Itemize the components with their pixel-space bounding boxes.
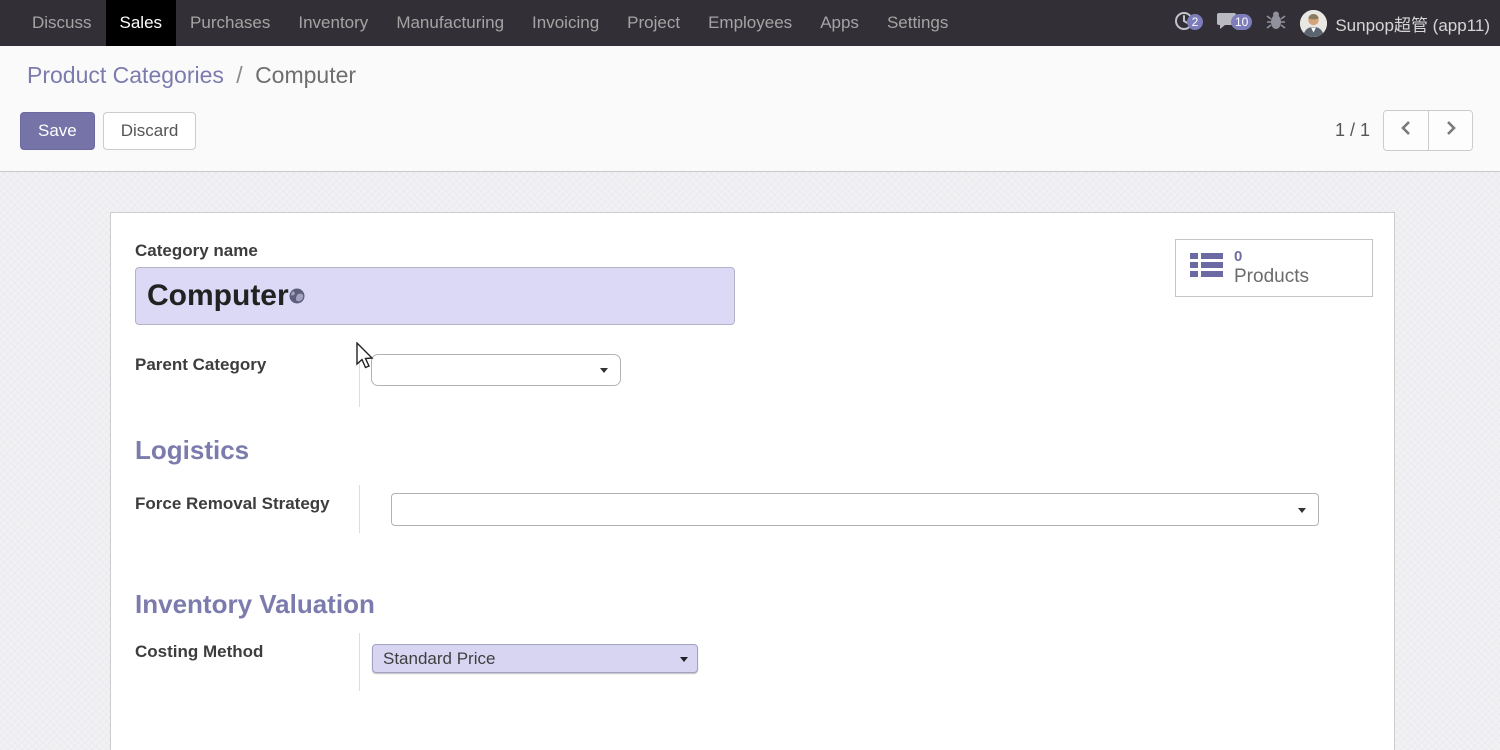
products-count: 0 [1234, 248, 1309, 265]
label-separator [359, 633, 360, 691]
user-name: Sunpop超管 (app11) [1335, 11, 1490, 36]
activity-count-badge: 2 [1187, 14, 1203, 30]
pager-previous-button[interactable] [1384, 111, 1428, 150]
costing-method-value: Standard Price [383, 649, 495, 669]
discard-button[interactable]: Discard [103, 112, 197, 150]
save-button[interactable]: Save [20, 112, 95, 150]
category-name-value: Computer [147, 279, 289, 313]
user-menu[interactable]: Sunpop超管 (app11) [1300, 10, 1490, 37]
control-panel: Product Categories / Computer Save Disca… [0, 46, 1500, 172]
pager: 1 / 1 [1335, 110, 1473, 151]
force-removal-strategy-label: Force Removal Strategy [135, 494, 330, 514]
nav-item-invoicing[interactable]: Invoicing [518, 0, 613, 46]
category-name-input[interactable]: Computer [135, 267, 735, 325]
products-label: Products [1234, 266, 1309, 288]
costing-method-label: Costing Method [135, 642, 263, 662]
inventory-valuation-section-title: Inventory Valuation [135, 589, 375, 620]
pager-next-button[interactable] [1428, 111, 1472, 150]
chevron-left-icon [1400, 120, 1412, 141]
breadcrumb-parent-link[interactable]: Product Categories [27, 62, 224, 88]
nav-item-employees[interactable]: Employees [694, 0, 806, 46]
form-sheet: Category name Computer Parent Category L… [110, 212, 1395, 750]
message-count-badge: 10 [1231, 14, 1252, 30]
parent-category-label: Parent Category [135, 355, 266, 375]
nav-item-purchases[interactable]: Purchases [176, 0, 284, 46]
systray: 2 10 [1174, 0, 1500, 46]
chevron-right-icon [1445, 120, 1457, 141]
list-icon [1190, 253, 1224, 283]
breadcrumb: Product Categories / Computer [27, 62, 1473, 89]
translate-globe-icon[interactable] [289, 288, 305, 304]
parent-category-dropdown[interactable] [371, 354, 621, 386]
nav-item-apps[interactable]: Apps [806, 0, 873, 46]
costing-method-select[interactable]: Standard Price [372, 644, 698, 673]
dropdown-caret-icon [600, 368, 608, 373]
nav-item-project[interactable]: Project [613, 0, 694, 46]
products-stat-button[interactable]: 0 Products [1175, 239, 1373, 297]
label-separator [359, 345, 360, 407]
breadcrumb-current: Computer [255, 62, 356, 88]
category-name-label: Category name [135, 241, 258, 261]
user-avatar [1300, 10, 1327, 37]
label-separator [359, 485, 360, 533]
nav-item-discuss[interactable]: Discuss [18, 0, 106, 46]
breadcrumb-separator: / [230, 62, 248, 88]
bug-icon [1266, 10, 1286, 36]
logistics-section-title: Logistics [135, 435, 249, 466]
select-caret-icon [680, 657, 688, 662]
nav-item-inventory[interactable]: Inventory [284, 0, 382, 46]
activities-menu[interactable]: 2 [1174, 11, 1203, 36]
pager-value: 1 / 1 [1335, 120, 1370, 141]
top-navbar: Discuss Sales Purchases Inventory Manufa… [0, 0, 1500, 46]
messages-menu[interactable]: 10 [1217, 11, 1252, 35]
dropdown-caret-icon [1298, 508, 1306, 513]
debug-menu[interactable] [1266, 10, 1286, 36]
nav-item-manufacturing[interactable]: Manufacturing [382, 0, 518, 46]
nav-item-sales[interactable]: Sales [106, 0, 177, 46]
force-removal-strategy-dropdown[interactable] [391, 493, 1319, 526]
nav-item-settings[interactable]: Settings [873, 0, 962, 46]
form-view-background: Category name Computer Parent Category L… [0, 172, 1500, 750]
